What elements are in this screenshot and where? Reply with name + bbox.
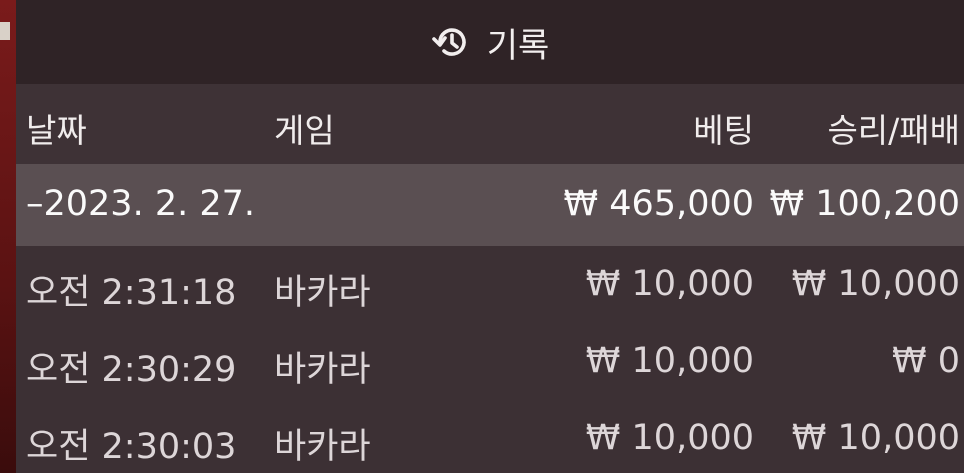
table-row[interactable]: 오전 2:31:18 바카라 ₩ 10,000 ₩ 10,000 — [16, 246, 964, 323]
history-icon — [431, 28, 466, 56]
column-header-bet[interactable]: 베팅 — [693, 104, 754, 152]
page-title: 기록 — [486, 25, 550, 66]
table-row[interactable]: 오전 2:30:29 바카라 ₩ 10,000 ₩ 0 — [16, 323, 964, 400]
panel-header: 기록 — [16, 0, 964, 84]
summary-winloss-total: ₩ 100,200 — [769, 184, 960, 224]
row-bet: ₩ 10,000 — [585, 341, 754, 381]
history-panel: 기록 날짜 게임 베팅 승리/패배 –2023. 2. 27. ₩ 465,00… — [16, 0, 964, 473]
column-header-row: 날짜 게임 베팅 승리/패배 — [16, 84, 964, 164]
row-bet: ₩ 10,000 — [585, 418, 754, 458]
row-game: 바카라 — [274, 427, 371, 467]
row-winloss: ₩ 0 — [891, 341, 960, 381]
row-time: 오전 2:30:03 — [26, 427, 237, 467]
row-time: 오전 2:30:29 — [26, 350, 237, 390]
screen: 기록 날짜 게임 베팅 승리/패배 –2023. 2. 27. ₩ 465,00… — [0, 0, 964, 473]
row-winloss: ₩ 10,000 — [791, 264, 960, 304]
column-header-winloss[interactable]: 승리/패배 — [827, 104, 960, 152]
table-row[interactable]: 오전 2:30:03 바카라 ₩ 10,000 ₩ 10,000 — [16, 400, 964, 473]
row-time: 오전 2:31:18 — [26, 273, 237, 313]
row-bet: ₩ 10,000 — [585, 264, 754, 304]
row-game: 바카라 — [274, 350, 371, 390]
background-edge — [0, 0, 16, 473]
background-fragment — [0, 22, 10, 40]
column-header-game[interactable]: 게임 — [274, 104, 335, 152]
date-summary-row[interactable]: –2023. 2. 27. ₩ 465,000 ₩ 100,200 — [16, 164, 964, 246]
summary-bet-total: ₩ 465,000 — [563, 184, 754, 224]
summary-date: –2023. 2. 27. — [26, 184, 256, 224]
row-game: 바카라 — [274, 273, 371, 313]
column-header-date[interactable]: 날짜 — [26, 104, 87, 152]
row-winloss: ₩ 10,000 — [791, 418, 960, 458]
